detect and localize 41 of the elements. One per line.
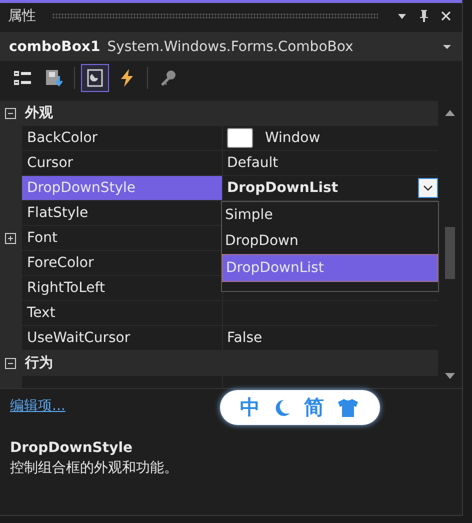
color-swatch xyxy=(227,128,253,148)
collapse-icon[interactable] xyxy=(5,358,16,368)
property-name[interactable]: Font xyxy=(22,226,222,250)
pin-icon[interactable] xyxy=(418,9,430,23)
description-text: 控制组合框的外观和功能。 xyxy=(10,459,179,477)
ime-mode-button[interactable]: 简 xyxy=(304,394,324,421)
panel-title: 属性 xyxy=(8,7,36,25)
shirt-icon[interactable] xyxy=(336,396,360,418)
expand-icon[interactable] xyxy=(5,232,16,244)
property-page-icon xyxy=(85,68,105,88)
collapse-icon[interactable] xyxy=(5,108,16,118)
object-selector[interactable]: comboBox1 System.Windows.Forms.ComboBox xyxy=(0,32,462,61)
dropdown-option[interactable]: Simple xyxy=(222,202,438,228)
property-value: Window xyxy=(265,130,320,146)
property-name[interactable]: FlatStyle xyxy=(22,201,222,225)
scroll-up-icon[interactable] xyxy=(444,109,456,117)
property-value: DropDownList xyxy=(227,180,338,196)
ime-mode-button[interactable]: 中 xyxy=(240,394,260,421)
close-icon[interactable] xyxy=(440,10,452,22)
scroll-down-icon[interactable] xyxy=(444,372,456,380)
property-name[interactable]: Cursor xyxy=(22,151,222,175)
object-type: System.Windows.Forms.ComboBox xyxy=(107,38,354,54)
category-label: 行为 xyxy=(25,354,53,372)
property-value: Default xyxy=(227,155,278,171)
toolbar-button[interactable] xyxy=(81,64,109,92)
property-name[interactable]: BackColor xyxy=(22,126,222,150)
dropdown-option[interactable]: DropDownList xyxy=(222,254,438,282)
property-name[interactable]: ForeColor xyxy=(22,251,222,275)
property-name[interactable]: DropDownStyle xyxy=(22,176,222,200)
property-name[interactable]: UseWaitCursor xyxy=(22,326,222,350)
dropdown-option[interactable]: DropDown xyxy=(222,228,438,254)
property-name[interactable]: RightToLeft xyxy=(22,276,222,300)
sort-list-icon xyxy=(44,68,64,88)
description-title: DropDownStyle xyxy=(10,440,134,456)
property-value: False xyxy=(227,330,262,346)
object-name: comboBox1 xyxy=(9,38,100,54)
dropdown-button[interactable] xyxy=(418,178,438,198)
scrollbar-thumb[interactable] xyxy=(445,227,455,279)
edit-items-link[interactable]: 编辑项... xyxy=(10,397,66,415)
category-label: 外观 xyxy=(25,104,53,122)
property-name[interactable]: Text xyxy=(22,301,222,325)
